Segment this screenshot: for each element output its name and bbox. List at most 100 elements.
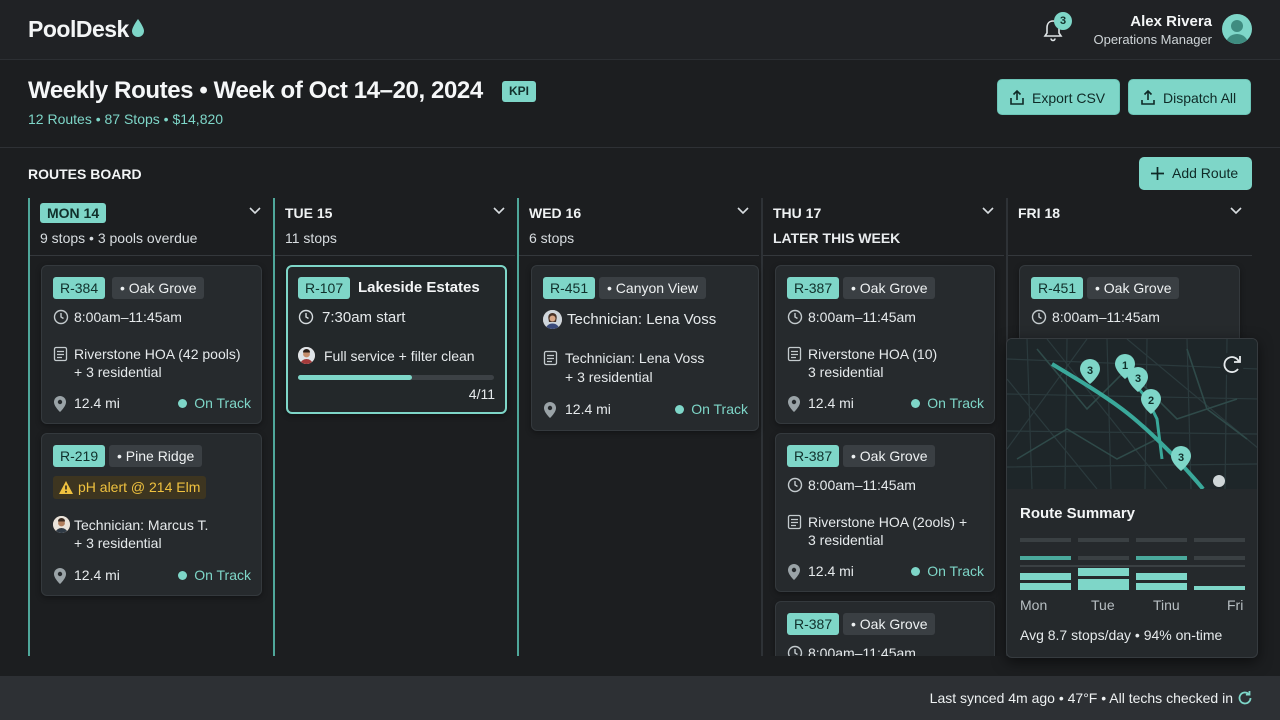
- status-on-track: On Track: [178, 395, 251, 411]
- route-location: • Oak Grove: [843, 445, 936, 467]
- route-id[interactable]: R-107: [298, 277, 351, 299]
- warning-icon: [59, 481, 73, 494]
- app-logo[interactable]: PoolDesk: [28, 16, 145, 44]
- route-location: Lakeside Estates: [358, 279, 480, 296]
- chart-day-label: Tinu: [1153, 597, 1180, 613]
- route-card[interactable]: R-451 • Canyon View Technician: Lena Vos…: [531, 265, 759, 431]
- dispatch-all-button[interactable]: Dispatch All: [1128, 79, 1251, 115]
- clock-icon: [787, 309, 803, 325]
- clock-icon: [787, 645, 803, 656]
- column-divider: [273, 198, 275, 656]
- svg-text:1: 1: [1122, 360, 1128, 372]
- document-icon: [787, 346, 802, 362]
- status-on-track: On Track: [911, 395, 984, 411]
- route-card[interactable]: R-387 • Oak Grove 8:00am–11:45am: [775, 601, 995, 656]
- board-title: ROUTES BOARD: [28, 166, 142, 182]
- chevron-down-icon[interactable]: [982, 207, 994, 215]
- status-on-track: On Track: [911, 563, 984, 579]
- day-summary: LATER THIS WEEK: [773, 230, 901, 246]
- column-header-tue[interactable]: TUE 15 11 stops: [275, 198, 515, 256]
- column-clip: R-387 • Oak Grove 8:00am–11:45am: [770, 598, 1002, 656]
- chart-day-label: Mon: [1020, 597, 1048, 613]
- week-summary: 12 Routes • 87 Stops • $14,820: [28, 111, 224, 127]
- document-icon: [53, 346, 68, 362]
- route-summary-stats: Avg 8.7 stops/day • 94% on-time: [1020, 627, 1223, 643]
- route-card[interactable]: R-387 • Oak Grove 8:00am–11:45am Riverst…: [775, 265, 995, 424]
- refresh-map-icon[interactable]: [1220, 352, 1244, 376]
- route-id[interactable]: R-451: [543, 277, 596, 299]
- export-label: Export CSV: [1032, 90, 1106, 106]
- route-location: • Canyon View: [599, 277, 707, 299]
- upload-icon: [1141, 89, 1155, 105]
- route-card[interactable]: R-384 • Oak Grove 8:00am–11:45am Riverst…: [41, 265, 262, 424]
- chevron-down-icon[interactable]: [737, 207, 749, 215]
- chart-day-label: Fri: [1227, 597, 1244, 613]
- route-location: • Oak Grove: [843, 613, 936, 635]
- chart-day-label: Tue: [1091, 597, 1115, 613]
- route-id[interactable]: R-384: [53, 277, 106, 299]
- ph-alert-badge[interactable]: pH alert @ 214 Elm: [53, 476, 207, 499]
- add-route-label: Add Route: [1172, 165, 1239, 181]
- notification-badge[interactable]: 3: [1054, 12, 1072, 30]
- route-progress-fill: [298, 375, 412, 380]
- day-label: WED 16: [529, 205, 582, 221]
- page-header: Weekly Routes • Week of Oct 14–20, 2024 …: [0, 60, 1280, 148]
- route-card-selected[interactable]: R-107 Lakeside Estates 7:30am start Full…: [286, 265, 507, 414]
- column-header-mon[interactable]: MON 14 9 stops • 3 pools overdue: [30, 198, 271, 256]
- svg-text:2: 2: [1148, 395, 1154, 407]
- route-card[interactable]: R-387 • Oak Grove 8:00am–11:45am Riverst…: [775, 433, 995, 592]
- route-summary-panel[interactable]: 3 1 3 2 3 Route Summary Mon Tue Tinu Fri…: [1006, 338, 1258, 658]
- user-name: Alex Rivera: [1130, 13, 1212, 30]
- clock-icon: [787, 477, 803, 493]
- svg-text:3: 3: [1135, 373, 1141, 385]
- column-header-wed[interactable]: WED 16 6 stops: [519, 198, 759, 256]
- route-id[interactable]: R-387: [787, 613, 840, 635]
- page-title: Weekly Routes • Week of Oct 14–20, 2024: [28, 77, 483, 104]
- water-drop-icon: [131, 17, 145, 44]
- day-label: THU 17: [773, 205, 822, 221]
- day-label: FRI 18: [1018, 205, 1061, 221]
- column-header-fri[interactable]: FRI 18: [1008, 198, 1252, 256]
- route-location: • Oak Grove: [1087, 277, 1180, 299]
- top-bar: PoolDesk 3 Alex Rivera Operations Manage…: [0, 0, 1280, 60]
- location-pin-icon: [54, 396, 66, 412]
- refresh-icon[interactable]: [1237, 690, 1253, 706]
- route-id[interactable]: R-451: [1031, 277, 1084, 299]
- day-label: TUE 15: [285, 205, 333, 221]
- user-avatar[interactable]: [1222, 14, 1252, 44]
- add-route-button[interactable]: Add Route: [1139, 157, 1252, 190]
- day-summary: 9 stops • 3 pools overdue: [40, 230, 198, 246]
- route-location: • Pine Ridge: [109, 445, 203, 467]
- route-map[interactable]: 3 1 3 2 3: [1007, 339, 1257, 491]
- chevron-down-icon[interactable]: [1230, 207, 1242, 215]
- svg-text:3: 3: [1178, 452, 1184, 464]
- clock-icon: [298, 309, 314, 325]
- column-header-thu[interactable]: THU 17 LATER THIS WEEK: [763, 198, 1004, 256]
- technician-avatar: [543, 310, 562, 329]
- status-footer: Last synced 4m ago • 47°F • All techs ch…: [0, 676, 1280, 720]
- route-id[interactable]: R-219: [53, 445, 106, 467]
- day-summary: 6 stops: [529, 230, 575, 246]
- route-location: • Oak Grove: [112, 277, 205, 299]
- kpi-badge[interactable]: KPI: [502, 81, 537, 102]
- export-csv-button[interactable]: Export CSV: [997, 79, 1120, 115]
- route-progress-text: 4/11: [468, 386, 495, 402]
- column-divider: [761, 198, 763, 656]
- document-icon: [543, 350, 558, 366]
- technician-avatar: [298, 347, 315, 364]
- route-card[interactable]: R-219 • Pine Ridge pH alert @ 214 Elm Te…: [41, 433, 262, 596]
- export-icon: [1010, 89, 1024, 105]
- clock-icon: [1031, 309, 1047, 325]
- route-id[interactable]: R-387: [787, 277, 840, 299]
- chevron-down-icon[interactable]: [493, 207, 505, 215]
- column-divider: [517, 198, 519, 656]
- plus-icon: [1151, 167, 1164, 180]
- app-name: PoolDesk: [28, 16, 129, 42]
- route-location: • Oak Grove: [843, 277, 936, 299]
- user-role: Operations Manager: [1093, 32, 1212, 47]
- day-label: MON 14: [40, 203, 107, 223]
- summary-bar-chart: [1020, 538, 1245, 590]
- location-pin-icon: [54, 568, 66, 584]
- route-id[interactable]: R-387: [787, 445, 840, 467]
- chevron-down-icon[interactable]: [249, 207, 261, 215]
